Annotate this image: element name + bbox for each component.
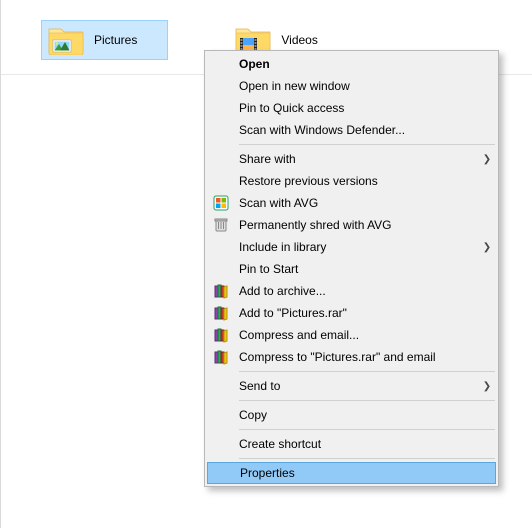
- menu-include-library[interactable]: Include in library ❯: [207, 236, 496, 258]
- menu-compress-email[interactable]: Compress and email...: [207, 324, 496, 346]
- menu-send-to[interactable]: Send to ❯: [207, 375, 496, 397]
- folder-label: Pictures: [94, 33, 137, 47]
- menu-scan-avg[interactable]: Scan with AVG: [207, 192, 496, 214]
- menu-open-new-window[interactable]: Open in new window: [207, 75, 496, 97]
- chevron-right-icon: ❯: [478, 381, 496, 392]
- menu-compress-named-email[interactable]: Compress to "Pictures.rar" and email: [207, 346, 496, 368]
- pictures-folder-icon: [48, 25, 84, 55]
- winrar-icon: [207, 280, 235, 302]
- menu-open[interactable]: Open: [207, 53, 496, 75]
- winrar-icon: [207, 346, 235, 368]
- chevron-right-icon: ❯: [478, 242, 496, 253]
- shredder-icon: [207, 214, 235, 236]
- context-menu: Open Open in new window Pin to Quick acc…: [204, 50, 499, 487]
- menu-pin-quick-access[interactable]: Pin to Quick access: [207, 97, 496, 119]
- menu-add-archive[interactable]: Add to archive...: [207, 280, 496, 302]
- folder-item-pictures[interactable]: Pictures: [41, 20, 168, 60]
- menu-scan-defender[interactable]: Scan with Windows Defender...: [207, 119, 496, 141]
- chevron-right-icon: ❯: [478, 154, 496, 165]
- menu-copy[interactable]: Copy: [207, 404, 496, 426]
- winrar-icon: [207, 324, 235, 346]
- menu-pin-start[interactable]: Pin to Start: [207, 258, 496, 280]
- menu-separator: [239, 144, 495, 145]
- menu-separator: [239, 400, 495, 401]
- menu-create-shortcut[interactable]: Create shortcut: [207, 433, 496, 455]
- menu-add-named-rar[interactable]: Add to "Pictures.rar": [207, 302, 496, 324]
- avg-icon: [207, 192, 235, 214]
- menu-restore-previous[interactable]: Restore previous versions: [207, 170, 496, 192]
- menu-separator: [239, 429, 495, 430]
- menu-shred-avg[interactable]: Permanently shred with AVG: [207, 214, 496, 236]
- menu-properties[interactable]: Properties: [207, 462, 496, 484]
- winrar-icon: [207, 302, 235, 324]
- folder-label: Videos: [281, 33, 317, 47]
- menu-separator: [239, 371, 495, 372]
- menu-separator: [239, 458, 495, 459]
- menu-share-with[interactable]: Share with ❯: [207, 148, 496, 170]
